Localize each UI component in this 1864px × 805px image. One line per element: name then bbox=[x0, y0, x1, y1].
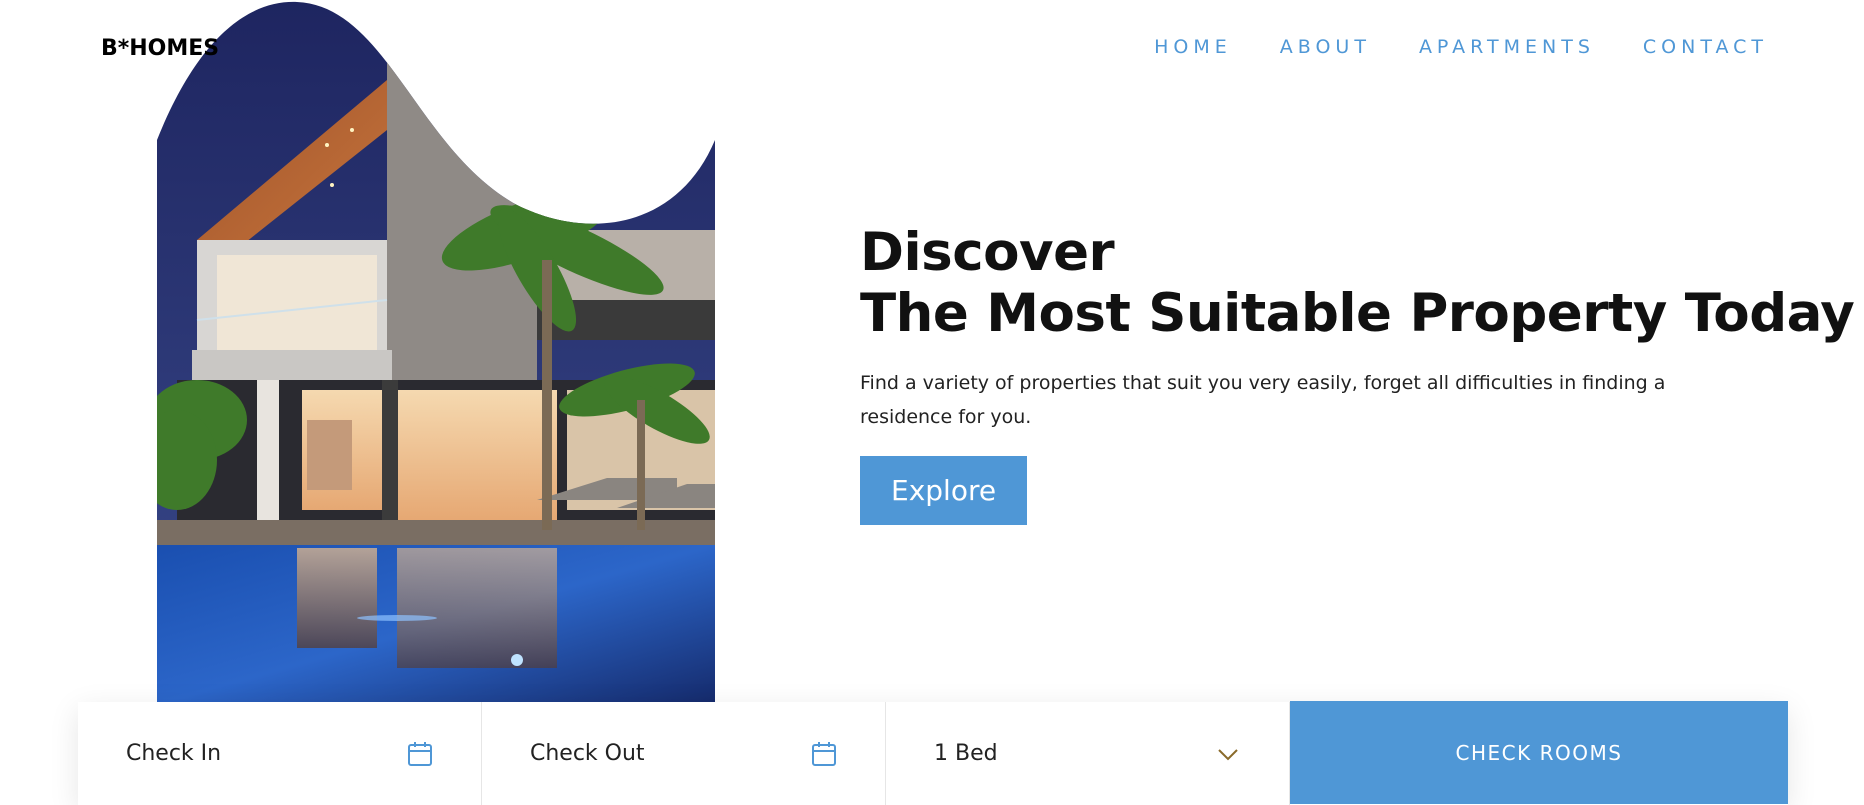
calendar-icon bbox=[811, 741, 837, 767]
check-out-field[interactable]: Check Out bbox=[482, 702, 886, 805]
hero-description: Find a variety of properties that suit y… bbox=[860, 372, 1666, 428]
beds-select[interactable]: 1 Bed bbox=[886, 702, 1290, 805]
nav-contact[interactable]: CONTACT bbox=[1643, 36, 1768, 58]
hero-title: Discover The Most Suitable Property Toda… bbox=[860, 222, 1855, 344]
check-out-label: Check Out bbox=[530, 741, 645, 766]
hero-title-line1: Discover bbox=[860, 222, 1115, 283]
hero-title-line2: The Most Suitable Property Today bbox=[860, 283, 1855, 344]
page: B*HOMES HOME ABOUT APARTMENTS CONTACT Di… bbox=[0, 0, 1864, 805]
hero-content: Discover The Most Suitable Property Toda… bbox=[860, 222, 1855, 525]
calendar-icon bbox=[407, 741, 433, 767]
main-nav: HOME ABOUT APARTMENTS CONTACT bbox=[1154, 36, 1768, 58]
check-rooms-button[interactable]: CHECK ROOMS bbox=[1290, 701, 1788, 804]
explore-button[interactable]: Explore bbox=[860, 456, 1028, 525]
beds-value: 1 Bed bbox=[934, 741, 998, 766]
logo[interactable]: B*HOMES bbox=[101, 36, 219, 61]
hero-image bbox=[157, 1, 715, 702]
nav-apartments[interactable]: APARTMENTS bbox=[1419, 36, 1595, 58]
check-in-label: Check In bbox=[126, 741, 222, 766]
chevron-down-icon bbox=[1215, 741, 1241, 767]
nav-home[interactable]: HOME bbox=[1154, 36, 1232, 58]
check-in-field[interactable]: Check In bbox=[78, 702, 482, 805]
nav-about[interactable]: ABOUT bbox=[1280, 36, 1371, 58]
booking-bar: Check In Check Out 1 Bed CHECK ROOMS bbox=[78, 701, 1788, 805]
